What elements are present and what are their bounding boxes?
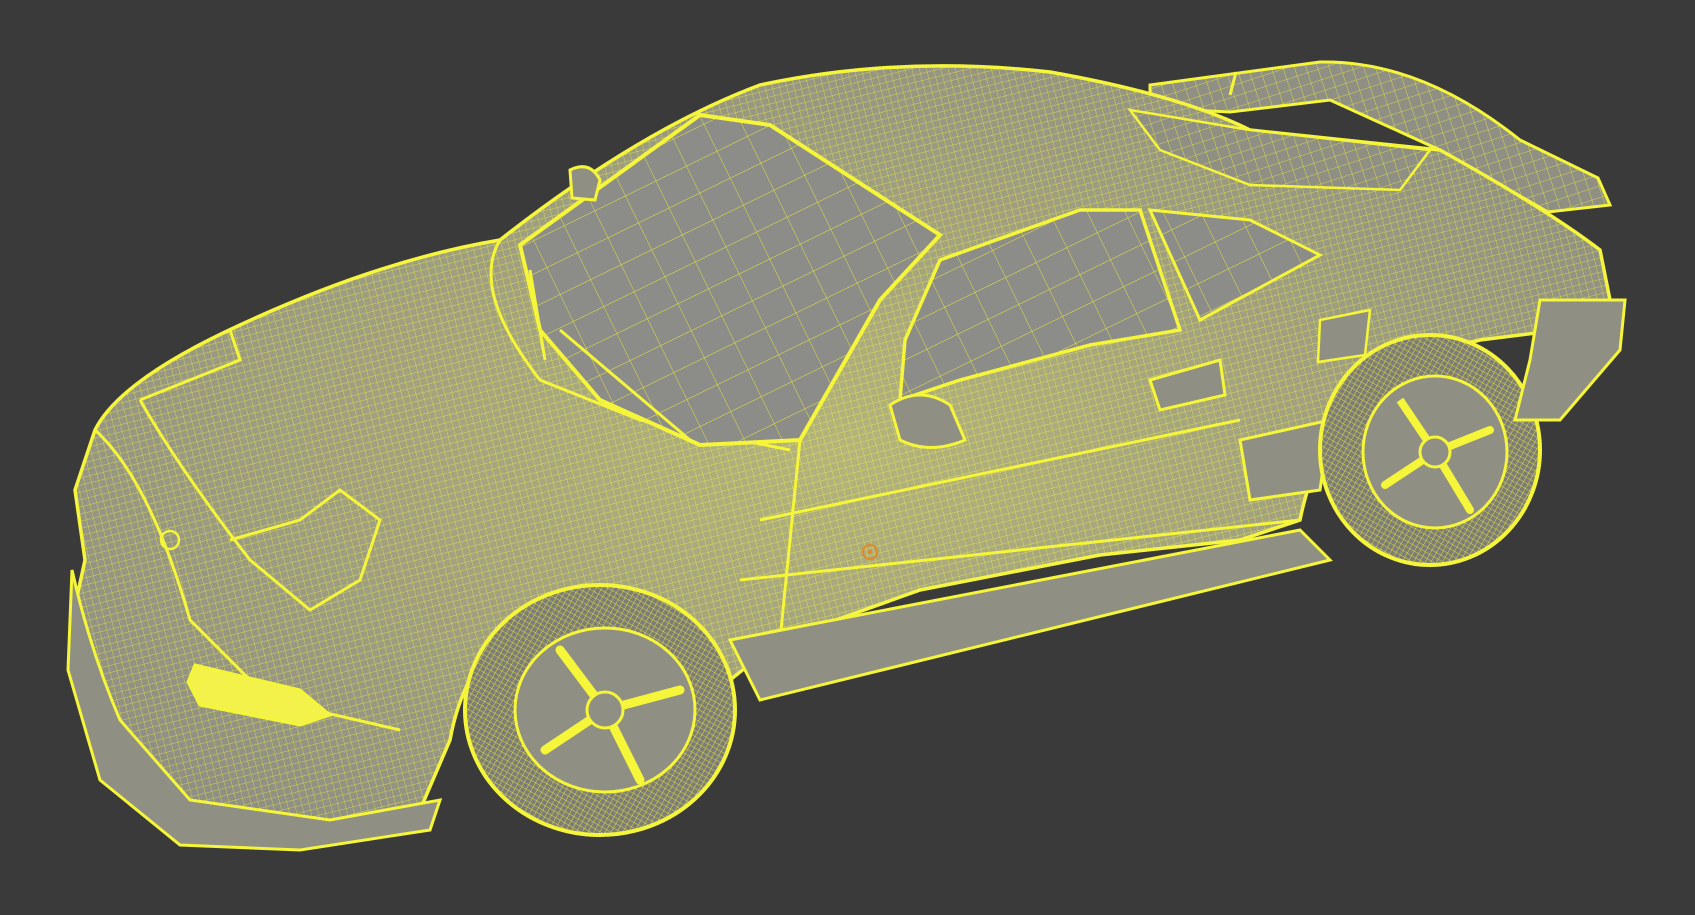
left-mirror — [568, 165, 602, 202]
front-wheel[interactable] — [463, 583, 737, 837]
fuel-cap — [1316, 308, 1372, 364]
viewport-canvas[interactable] — [0, 0, 1695, 915]
3d-viewport[interactable] — [0, 0, 1695, 915]
rear-wheel[interactable] — [1318, 333, 1542, 567]
